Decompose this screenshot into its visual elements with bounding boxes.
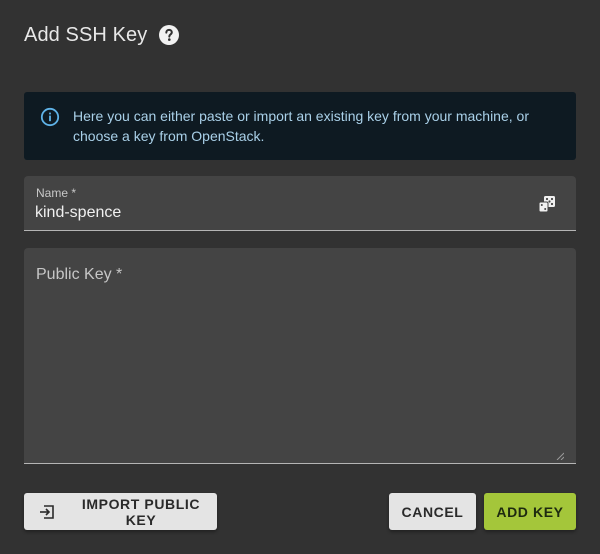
add-key-button[interactable]: ADD KEY [484, 493, 576, 530]
import-button-label: IMPORT PUBLIC KEY [81, 495, 201, 528]
public-key-textarea[interactable] [24, 248, 576, 463]
add-ssh-key-dialog: Add SSH Key Here you can either paste or… [0, 0, 600, 554]
public-key-field[interactable]: Public Key * [24, 248, 576, 464]
name-label: Name * [36, 186, 77, 200]
info-text: Here you can either paste or import an e… [73, 106, 529, 146]
info-text-line-1: Here you can either paste or import an e… [73, 108, 529, 124]
dice-icon[interactable] [538, 195, 556, 213]
help-icon[interactable] [159, 25, 180, 45]
name-field[interactable]: Name * [24, 176, 576, 231]
dialog-header: Add SSH Key [24, 20, 180, 50]
info-banner: Here you can either paste or import an e… [24, 92, 576, 160]
info-icon [40, 107, 60, 127]
import-icon [38, 503, 56, 521]
import-public-key-button[interactable]: IMPORT PUBLIC KEY [24, 493, 217, 530]
dialog-title: Add SSH Key [24, 23, 148, 46]
info-text-line-2: choose a key from OpenStack. [73, 128, 265, 144]
cancel-button[interactable]: CANCEL [389, 493, 476, 530]
name-input[interactable] [35, 202, 515, 224]
resize-handle-icon[interactable] [556, 447, 565, 461]
